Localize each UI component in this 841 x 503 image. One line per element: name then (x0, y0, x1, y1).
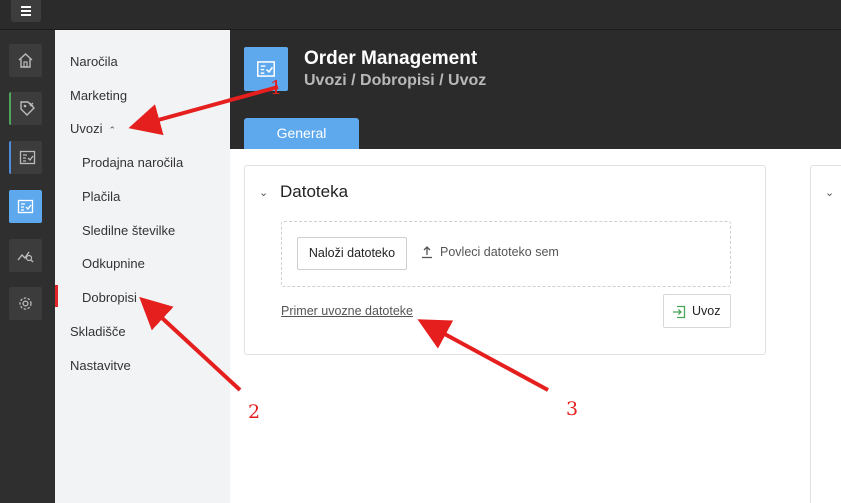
card-title[interactable]: Datoteka (280, 182, 348, 202)
chevron-down-icon[interactable]: ⌄ (259, 186, 268, 199)
annotation-label-1: 1 (270, 77, 283, 99)
hamburger-menu-icon[interactable] (11, 0, 41, 22)
home-icon[interactable] (9, 44, 42, 77)
import-button-label: Uvoz (692, 304, 721, 318)
file-card: ⌄ Datoteka Naloži datoteko Povleci datot… (244, 165, 766, 355)
sidebar-subitem-dobropisi[interactable]: Dobropisi (82, 290, 137, 305)
sidebar-subitem-placila[interactable]: Plačila (82, 189, 120, 204)
checklist-icon[interactable] (9, 141, 42, 174)
tag-icon[interactable] (9, 92, 42, 125)
sidebar-item-uvozi[interactable]: Uvozi ⌃ (70, 121, 116, 136)
file-dropzone[interactable]: Naloži datoteko Povleci datoteko sem (281, 221, 731, 287)
active-item-marker (55, 285, 58, 307)
chevron-down-icon[interactable]: ⌄ (825, 186, 834, 199)
page-title: Order Management (304, 48, 478, 69)
import-button[interactable]: Uvoz (663, 294, 731, 328)
sidebar-item-label: Uvozi (70, 121, 103, 136)
sidebar-subitem-prodajna-narocila[interactable]: Prodajna naročila (82, 155, 183, 170)
page-header: Order Management Uvozi / Dobropisi / Uvo… (230, 30, 841, 149)
annotation-label-2: 2 (248, 401, 261, 423)
tab-general[interactable]: General (244, 118, 359, 149)
sidebar-item-marketing[interactable]: Marketing (70, 88, 127, 103)
sidebar-item-narocila[interactable]: Naročila (70, 54, 118, 69)
main-content: ⌄ Datoteka Naloži datoteko Povleci datot… (230, 149, 841, 503)
analytics-icon[interactable] (9, 239, 42, 272)
drag-hint-label: Povleci datoteko sem (440, 245, 559, 259)
sample-file-link[interactable]: Primer uvozne datoteke (281, 304, 413, 318)
import-icon (673, 305, 686, 319)
annotation-label-3: 3 (566, 398, 579, 420)
breadcrumb: Uvozi / Dobropisi / Uvoz (304, 72, 487, 89)
upload-icon (422, 246, 432, 259)
checklist-icon-active[interactable] (9, 190, 42, 223)
sidebar-item-skladisce[interactable]: Skladišče (70, 324, 126, 339)
gear-icon[interactable] (9, 287, 42, 320)
chevron-up-icon: ⌃ (108, 125, 117, 135)
upload-file-button[interactable]: Naloži datoteko (297, 237, 407, 270)
top-bar (0, 0, 841, 30)
secondary-card: ⌄ (810, 165, 841, 503)
sidebar-subitem-sledilne-stevilke[interactable]: Sledilne številke (82, 223, 175, 238)
drag-hint: Povleci datoteko sem (420, 245, 559, 259)
icon-rail (0, 30, 55, 503)
sidebar: Naročila Marketing Uvozi ⌃ Prodajna naroč… (55, 30, 230, 503)
sidebar-item-nastavitve[interactable]: Nastavitve (70, 358, 131, 373)
sidebar-subitem-odkupnine[interactable]: Odkupnine (82, 256, 145, 271)
